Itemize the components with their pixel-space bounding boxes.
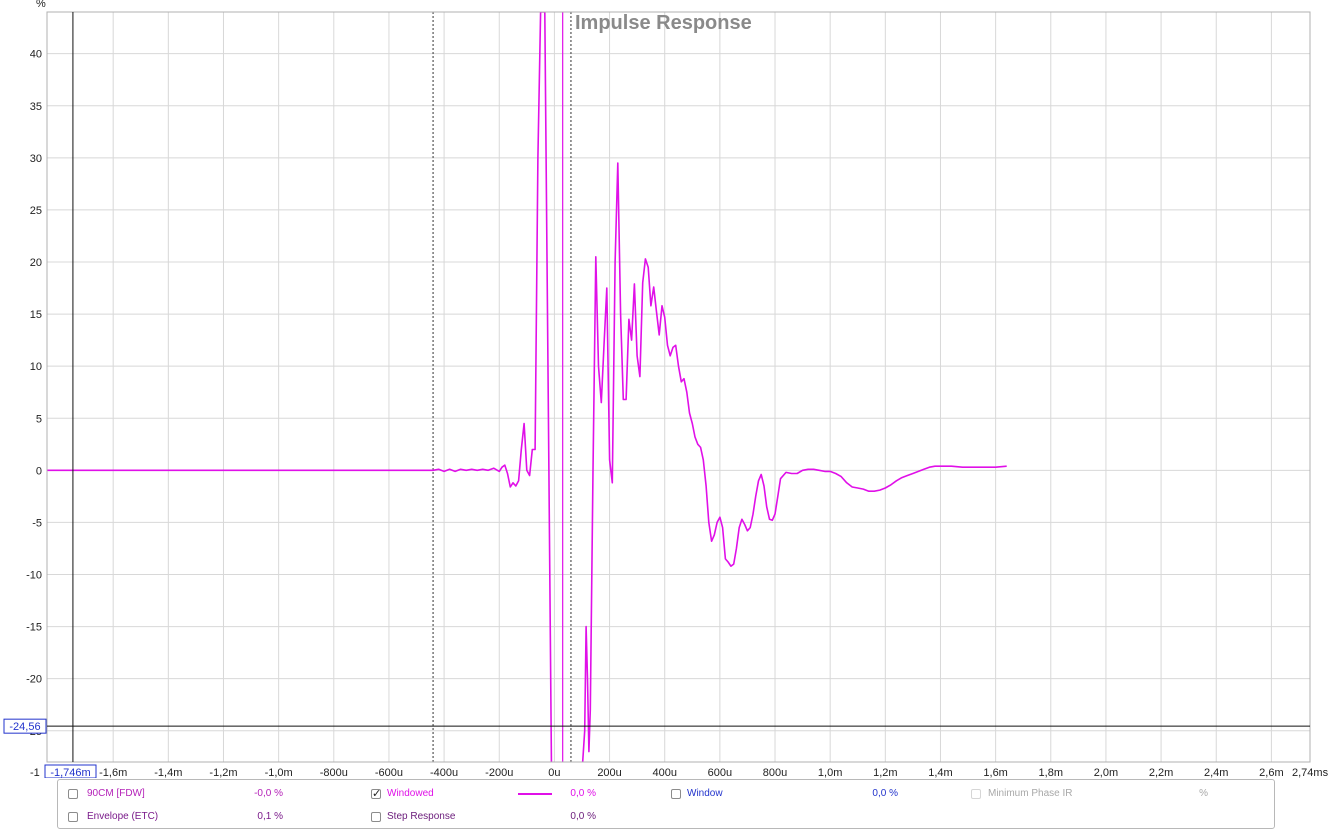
legend-label-window[interactable]: Window (687, 788, 723, 800)
legend-label-minimum-phase-ir[interactable]: Minimum Phase IR (988, 788, 1072, 800)
x-tick-label: 2,6m (1259, 767, 1283, 778)
checkbox-minimum-phase-ir[interactable] (971, 789, 981, 799)
x-tick-label: -1,6m (99, 767, 127, 778)
x-tick-label: -800u (320, 767, 348, 778)
legend-panel: 90CM [FDW] -0,0 % ✓ Windowed 0,0 % Window 0,0 … (57, 779, 1275, 829)
legend-swatch-windowed[interactable] (518, 793, 552, 795)
x-tick-label: -600u (375, 767, 403, 778)
checkbox-envelope-etc[interactable] (68, 812, 78, 822)
impulse-response-chart[interactable]: 4035302520151050-5-10-15-20-25 -1,6m-1,4… (0, 0, 1333, 778)
checkbox-90cm-fdw[interactable] (68, 789, 78, 799)
legend-label-90cm-fdw[interactable]: 90CM [FDW] (87, 788, 145, 800)
y-tick-label: 5 (36, 413, 42, 425)
y-tick-label: 0 (36, 465, 42, 477)
y-tick-label: 30 (30, 153, 42, 165)
x-tick-label: 2,0m (1094, 767, 1118, 778)
legend-value-step-response: 0,0 % (570, 811, 596, 822)
x-axis-ticks: -1,6m -1,4m -1,2m -1,0m -800u -600u -400u -200u… (99, 767, 1284, 778)
x-tick-label: 0u (548, 767, 560, 778)
x-tick-label: -1,0m (265, 767, 293, 778)
legend-label-windowed[interactable]: Windowed (387, 788, 434, 800)
checkbox-windowed[interactable]: ✓ (371, 788, 382, 800)
series-layer (47, 12, 1007, 762)
x-tick-label: 1,2m (873, 767, 897, 778)
y-axis-ticks: 4035302520151050-5-10-15-20-25 (26, 49, 42, 738)
x-tick-label: 1,0m (818, 767, 842, 778)
plot-area-border (46, 11, 1311, 763)
chart-title: Impulse Response (575, 12, 752, 34)
y-axis-bottom-label: -1 (30, 767, 40, 778)
legend-value-windowed: 0,0 % (570, 788, 596, 799)
checkbox-window[interactable] (671, 789, 681, 799)
x-tick-label: 400u (652, 767, 676, 778)
legend-value-minimum-phase-ir: % (1199, 788, 1208, 799)
x-tick-label: -200u (485, 767, 513, 778)
y-axis-unit-label: % (36, 0, 46, 10)
checkbox-step-response[interactable] (371, 812, 381, 822)
x-tick-label: -1,2m (209, 767, 237, 778)
y-tick-label: 20 (30, 257, 42, 269)
cursor-y-readout: -24,56 (9, 721, 40, 733)
y-tick-label: -10 (26, 570, 42, 582)
y-tick-label: 15 (30, 309, 42, 321)
cursor-x-readout: -1,746m (50, 767, 90, 778)
x-tick-label: 600u (708, 767, 732, 778)
y-tick-label: 10 (30, 361, 42, 373)
legend-value-90cm-fdw: -0,0 % (254, 788, 283, 799)
x-tick-label: 2,4m (1204, 767, 1228, 778)
y-tick-label: 35 (30, 101, 42, 113)
y-tick-label: -15 (26, 622, 42, 634)
x-tick-label: 1,8m (1039, 767, 1063, 778)
legend-value-envelope-etc: 0,1 % (257, 811, 283, 822)
legend-label-envelope-etc[interactable]: Envelope (ETC) (87, 811, 158, 823)
x-axis-end-label: 2,74ms (1292, 767, 1329, 778)
y-tick-label: -20 (26, 674, 42, 686)
x-tick-label: 2,2m (1149, 767, 1173, 778)
x-tick-label: -1,4m (154, 767, 182, 778)
x-tick-label: -400u (430, 767, 458, 778)
x-tick-label: 200u (597, 767, 621, 778)
x-tick-label: 1,4m (928, 767, 952, 778)
y-tick-label: 25 (30, 205, 42, 217)
legend-label-step-response[interactable]: Step Response (387, 811, 455, 823)
y-tick-label: -5 (32, 517, 42, 529)
checkmark-icon: ✓ (372, 788, 382, 800)
grid (47, 12, 1310, 762)
legend-value-window: 0,0 % (872, 788, 898, 799)
x-tick-label: 1,6m (983, 767, 1007, 778)
x-tick-label: 800u (763, 767, 787, 778)
cursor[interactable]: -24,56 -1,746m (3, 12, 1310, 778)
y-tick-label: 40 (30, 49, 42, 61)
series-line-windowed (47, 12, 1007, 762)
